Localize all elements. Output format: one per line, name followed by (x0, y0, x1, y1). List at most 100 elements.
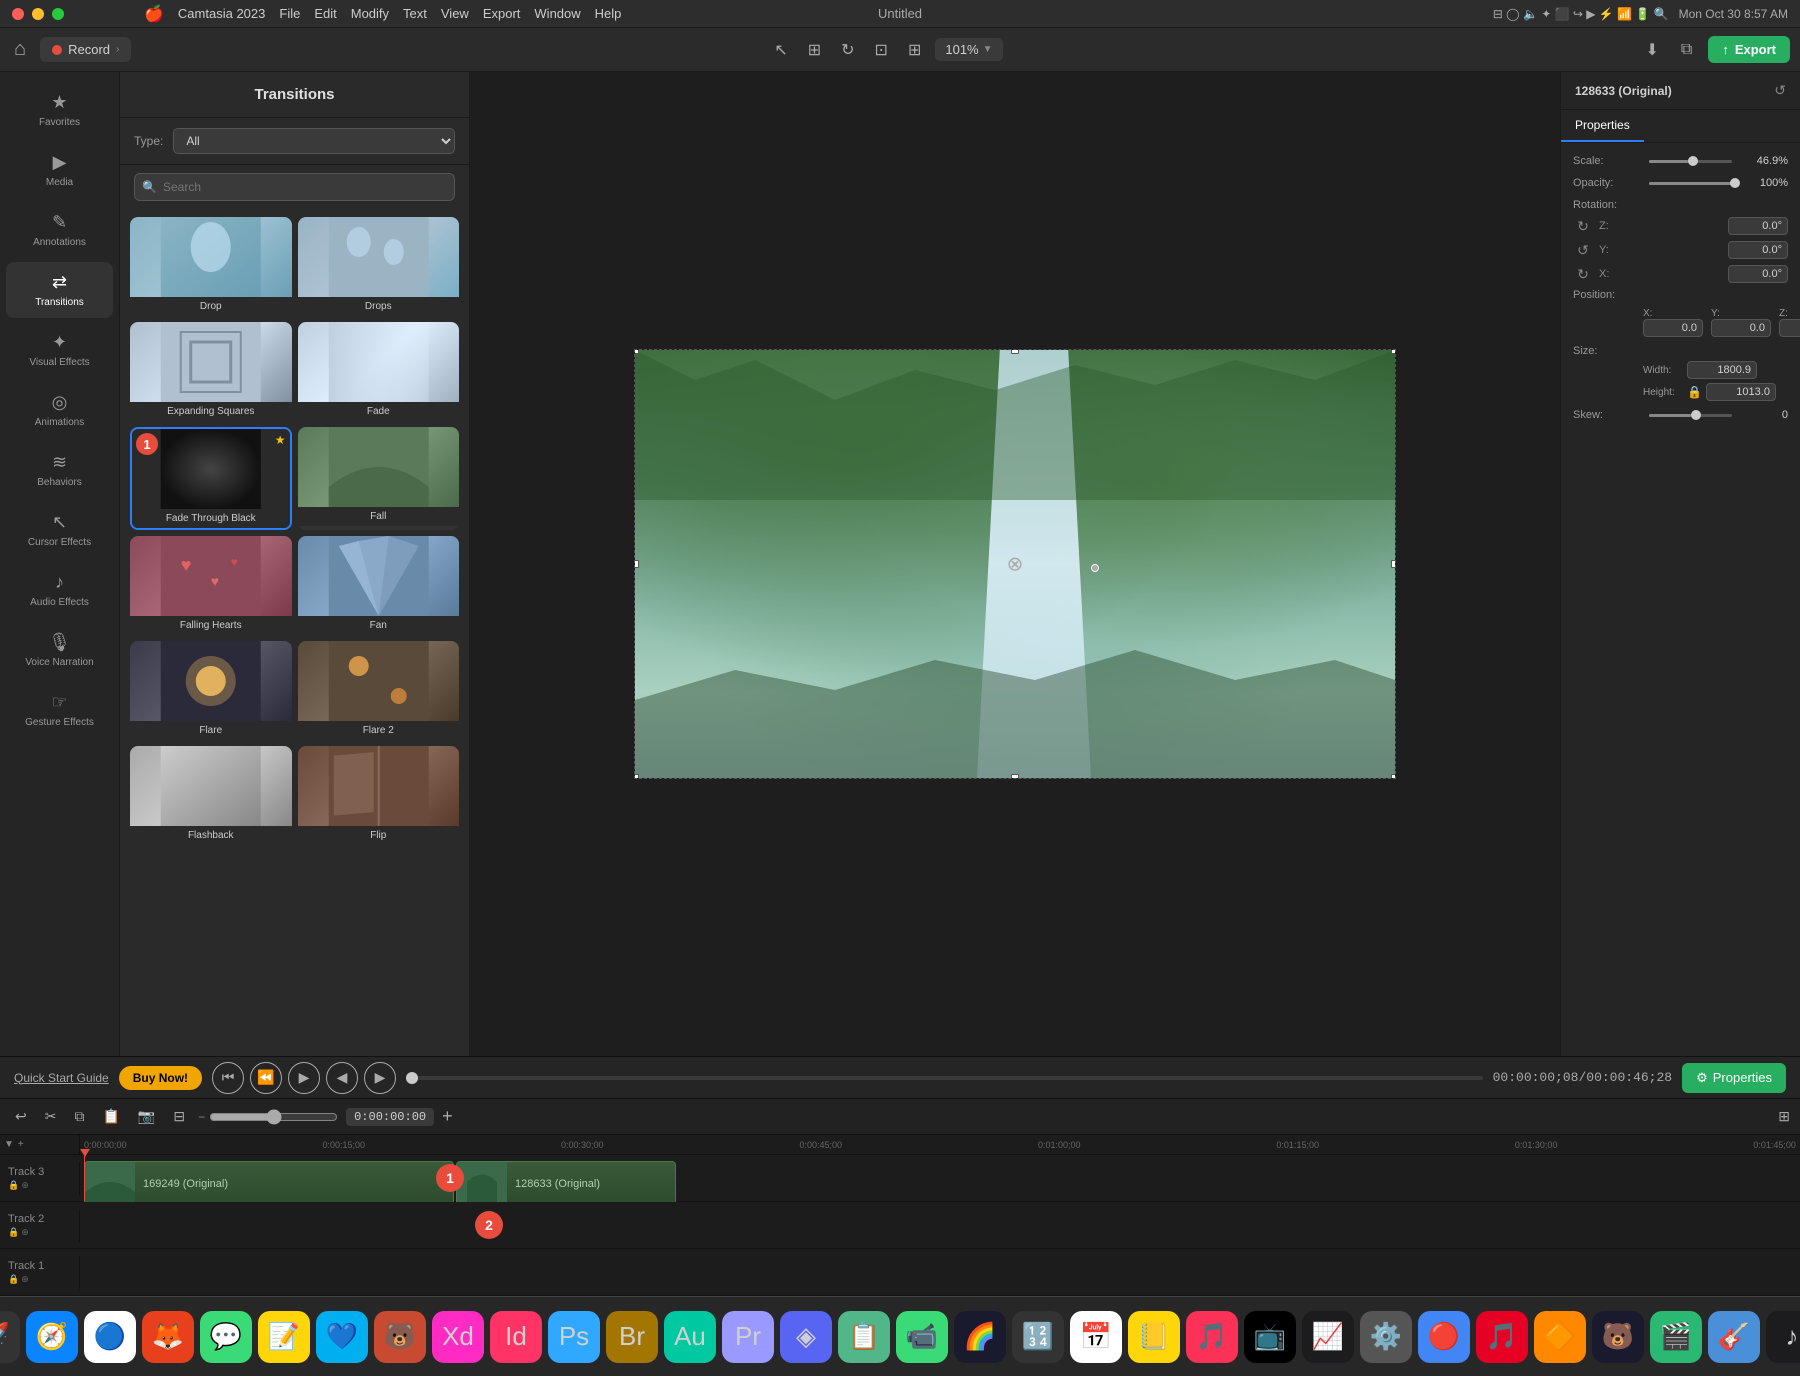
dock-nuage[interactable]: ♪ (1766, 1311, 1800, 1363)
menu-view[interactable]: View (441, 6, 469, 21)
fit-tool-btn[interactable]: ⊡ (869, 36, 894, 64)
menu-text[interactable]: Text (403, 6, 427, 21)
menu-modify[interactable]: Modify (351, 6, 389, 21)
rotation-y-input[interactable] (1728, 241, 1788, 259)
dock-pinterest[interactable]: 🎵 (1476, 1311, 1528, 1363)
next-frame-button[interactable]: ▶ (364, 1062, 396, 1094)
dock-stocks[interactable]: 📈 (1302, 1311, 1354, 1363)
handle-top-right[interactable] (1391, 350, 1395, 354)
handle-mid-right[interactable] (1391, 560, 1395, 568)
dock-launchpad[interactable]: 🚀 (0, 1311, 20, 1363)
menu-edit[interactable]: Edit (314, 6, 336, 21)
dock-bear[interactable]: 🐻 (374, 1311, 426, 1363)
tab-properties[interactable]: Properties (1561, 110, 1644, 142)
transition-flare[interactable]: Flare (130, 641, 292, 740)
skip-back-button[interactable]: ⏮ (212, 1062, 244, 1094)
handle-bottom-right[interactable] (1391, 774, 1395, 778)
sidebar-item-voice-narration[interactable]: 🎙 Voice Narration (6, 622, 113, 678)
dock-firefox[interactable]: 🦊 (142, 1311, 194, 1363)
type-filter-select[interactable]: All (173, 128, 455, 154)
quick-start-link[interactable]: Quick Start Guide (14, 1071, 109, 1085)
sidebar-item-cursor-effects[interactable]: ↖ Cursor Effects (6, 502, 113, 558)
menu-help[interactable]: Help (595, 6, 622, 21)
dock-music[interactable]: 🎵 (1186, 1311, 1238, 1363)
transition-fall[interactable]: Fall (298, 427, 460, 530)
share-btn[interactable]: ⧉ (1675, 37, 1698, 63)
transition-flare-2[interactable]: Flare 2 (298, 641, 460, 740)
rotate-tool-btn[interactable]: ↻ (835, 36, 860, 64)
dock-messages[interactable]: 💬 (200, 1311, 252, 1363)
dock-notes[interactable]: 📝 (258, 1311, 310, 1363)
height-input[interactable] (1706, 383, 1776, 401)
zoom-selector[interactable]: 101% ▼ (935, 38, 1002, 61)
handle-bottom-center[interactable] (1011, 774, 1019, 778)
crop-tool-btn[interactable]: ⊞ (802, 36, 827, 64)
sidebar-item-transitions[interactable]: ⇄ Transitions (6, 262, 113, 318)
refresh-icon[interactable]: ↺ (1774, 82, 1786, 99)
menu-file[interactable]: File (279, 6, 300, 21)
dock-xd[interactable]: Xd (432, 1311, 484, 1363)
dock-calendar[interactable]: 📅 (1070, 1311, 1122, 1363)
dock-vlc[interactable]: 🔶 (1534, 1311, 1586, 1363)
dock-audition[interactable]: Au (664, 1311, 716, 1363)
minimize-btn[interactable] (32, 8, 44, 20)
download-btn[interactable]: ⬇ (1639, 36, 1664, 64)
cursor-tool-btn[interactable]: ↖ (768, 36, 793, 64)
apple-menu[interactable]: 🍎 (144, 4, 164, 24)
transition-expanding-squares[interactable]: Expanding Squares (130, 322, 292, 421)
sidebar-item-media[interactable]: ▶ Media (6, 142, 113, 198)
sidebar-item-visual-effects[interactable]: ✦ Visual Effects (6, 322, 113, 378)
handle-bottom-left[interactable] (635, 774, 639, 778)
dock-calculator[interactable]: 🔢 (1012, 1311, 1064, 1363)
collapse-all-btn[interactable]: ▼ (4, 1139, 14, 1150)
home-button[interactable]: ⌂ (10, 34, 30, 65)
rotation-x-input[interactable] (1728, 265, 1788, 283)
sidebar-item-audio-effects[interactable]: ♪ Audio Effects (6, 562, 113, 618)
dock-fantastical[interactable]: 🐻 (1592, 1311, 1644, 1363)
sidebar-item-favorites[interactable]: ★ Favorites (6, 82, 113, 138)
transition-falling-hearts[interactable]: ♥ ♥ ♥ Falling Hearts (130, 536, 292, 635)
sidebar-item-gesture-effects[interactable]: ☞ Gesture Effects (6, 682, 113, 738)
sidebar-item-annotations[interactable]: ✎ Annotations (6, 202, 113, 258)
skew-slider[interactable] (1649, 414, 1732, 417)
timeline-zoom-slider[interactable] (209, 1109, 338, 1125)
menu-window[interactable]: Window (534, 6, 580, 21)
snapshot-button[interactable]: 📷 (133, 1106, 160, 1127)
scale-slider[interactable] (1649, 160, 1732, 163)
transition-drops[interactable]: Drops (298, 217, 460, 316)
clip-169249[interactable]: 169249 (Original) (84, 1161, 454, 1207)
playback-thumb[interactable] (406, 1072, 418, 1084)
opacity-slider[interactable] (1649, 182, 1732, 185)
dock-safari[interactable]: 🧭 (26, 1311, 78, 1363)
search-input[interactable] (134, 173, 455, 201)
playback-progress-bar[interactable] (406, 1076, 1483, 1080)
position-z-input[interactable] (1779, 319, 1800, 337)
split-button[interactable]: ⊟ (168, 1106, 190, 1127)
close-btn[interactable] (12, 8, 24, 20)
transition-fade[interactable]: Fade (298, 322, 460, 421)
sidebar-item-behaviors[interactable]: ≋ Behaviors (6, 442, 113, 498)
track-1-lock-icon[interactable]: 🔒 (8, 1274, 19, 1285)
dock-apple-tv[interactable]: 📺 (1244, 1311, 1296, 1363)
record-button[interactable]: Record › (40, 37, 131, 62)
width-input[interactable] (1687, 361, 1757, 379)
dock-chrome[interactable]: 🔵 (84, 1311, 136, 1363)
dock-clipboard[interactable]: 📋 (838, 1311, 890, 1363)
properties-button[interactable]: ⚙ Properties (1682, 1063, 1786, 1093)
transition-drop[interactable]: Drop (130, 217, 292, 316)
export-button[interactable]: ↑ Export (1708, 36, 1790, 63)
timeline-fullscreen-btn[interactable]: ⊞ (1778, 1108, 1790, 1125)
dock-stickies[interactable]: 📒 (1128, 1311, 1180, 1363)
track-3-expand-icon[interactable]: ⊕ (21, 1180, 29, 1191)
handle-mid-left[interactable] (635, 560, 639, 568)
position-x-input[interactable] (1643, 319, 1703, 337)
transition-flashback[interactable]: Flashback (130, 746, 292, 845)
track-2-lock-icon[interactable]: 🔒 (8, 1227, 19, 1238)
prev-frame-button[interactable]: ◀ (326, 1062, 358, 1094)
clip-128633[interactable]: 128633 (Original) (456, 1161, 676, 1207)
track-3-lock-icon[interactable]: 🔒 (8, 1180, 19, 1191)
copy-button[interactable]: ⧉ (69, 1106, 89, 1127)
handle-top-left[interactable] (635, 350, 639, 354)
transition-fade-through-black[interactable]: 1 ★ Fade Through Black (130, 427, 292, 530)
paste-button[interactable]: 📋 (97, 1106, 124, 1127)
